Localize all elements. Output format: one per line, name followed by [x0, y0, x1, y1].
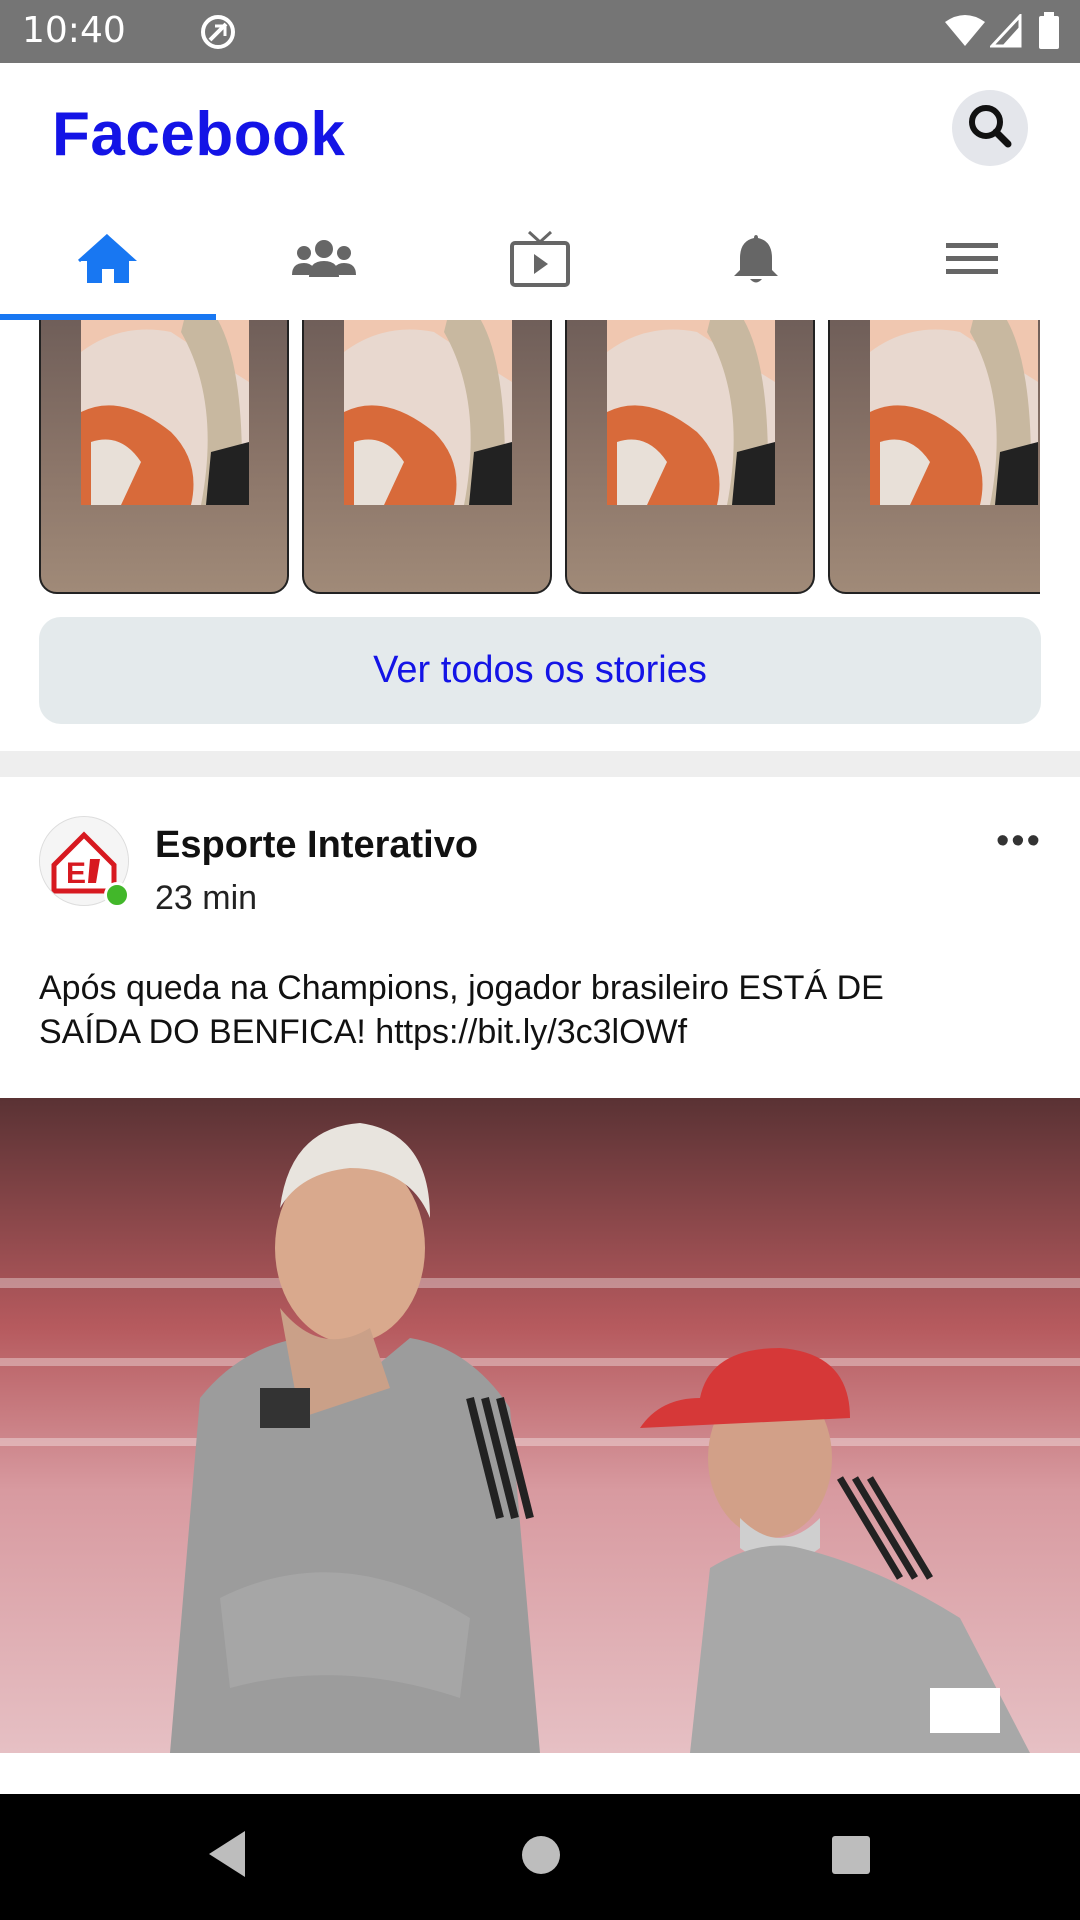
search-button[interactable] — [952, 90, 1028, 166]
tab-groups[interactable] — [216, 214, 432, 309]
system-nav-bar — [0, 1794, 1080, 1920]
post-author[interactable]: Esporte Interativo — [155, 824, 478, 867]
story-card[interactable] — [39, 320, 289, 594]
story-photo — [344, 320, 512, 505]
tab-bar — [0, 214, 1080, 309]
tab-watch[interactable] — [432, 214, 648, 309]
stories-strip — [0, 320, 1080, 595]
tv-play-icon — [509, 230, 571, 293]
post-text-line: SAÍDA DO BENFICA! https://bit.ly/3c3lOWf — [39, 1013, 688, 1051]
wifi-icon — [944, 14, 986, 53]
story-photo — [870, 320, 1038, 505]
back-icon[interactable] — [205, 1829, 249, 1884]
home-circle-icon[interactable] — [520, 1834, 562, 1881]
people-icon — [291, 239, 357, 284]
battery-icon — [1038, 12, 1060, 55]
recents-square-icon[interactable] — [830, 1834, 872, 1881]
tab-menu[interactable] — [864, 214, 1080, 309]
search-icon — [964, 100, 1016, 157]
story-photo — [81, 320, 249, 505]
post-text-line: Após queda na Champions, jogador brasile… — [39, 969, 884, 1007]
app-title: Facebook — [52, 100, 346, 169]
post-image[interactable] — [0, 1098, 1080, 1753]
post-timestamp: 23 min — [155, 879, 258, 917]
status-time: 10:40 — [22, 10, 126, 51]
story-card[interactable] — [828, 320, 1040, 594]
tab-notifications[interactable] — [648, 214, 864, 309]
see-all-stories-button[interactable]: Ver todos os stories — [39, 617, 1041, 724]
bell-icon — [732, 232, 780, 291]
status-bar: 10:40 — [0, 0, 1080, 63]
data-saver-icon — [198, 12, 238, 57]
story-card[interactable] — [302, 320, 552, 594]
post-text: Após queda na Champions, jogador brasile… — [39, 966, 1039, 1054]
hamburger-menu-icon — [946, 241, 998, 282]
home-icon — [77, 233, 139, 290]
section-divider — [0, 751, 1080, 777]
svg-text:E: E — [66, 857, 86, 890]
tab-home[interactable] — [0, 214, 216, 309]
online-status-dot — [104, 882, 130, 908]
more-options-icon[interactable]: ••• — [996, 820, 1042, 863]
story-card[interactable] — [565, 320, 815, 594]
story-photo — [607, 320, 775, 505]
cellular-signal-icon — [988, 12, 1022, 53]
